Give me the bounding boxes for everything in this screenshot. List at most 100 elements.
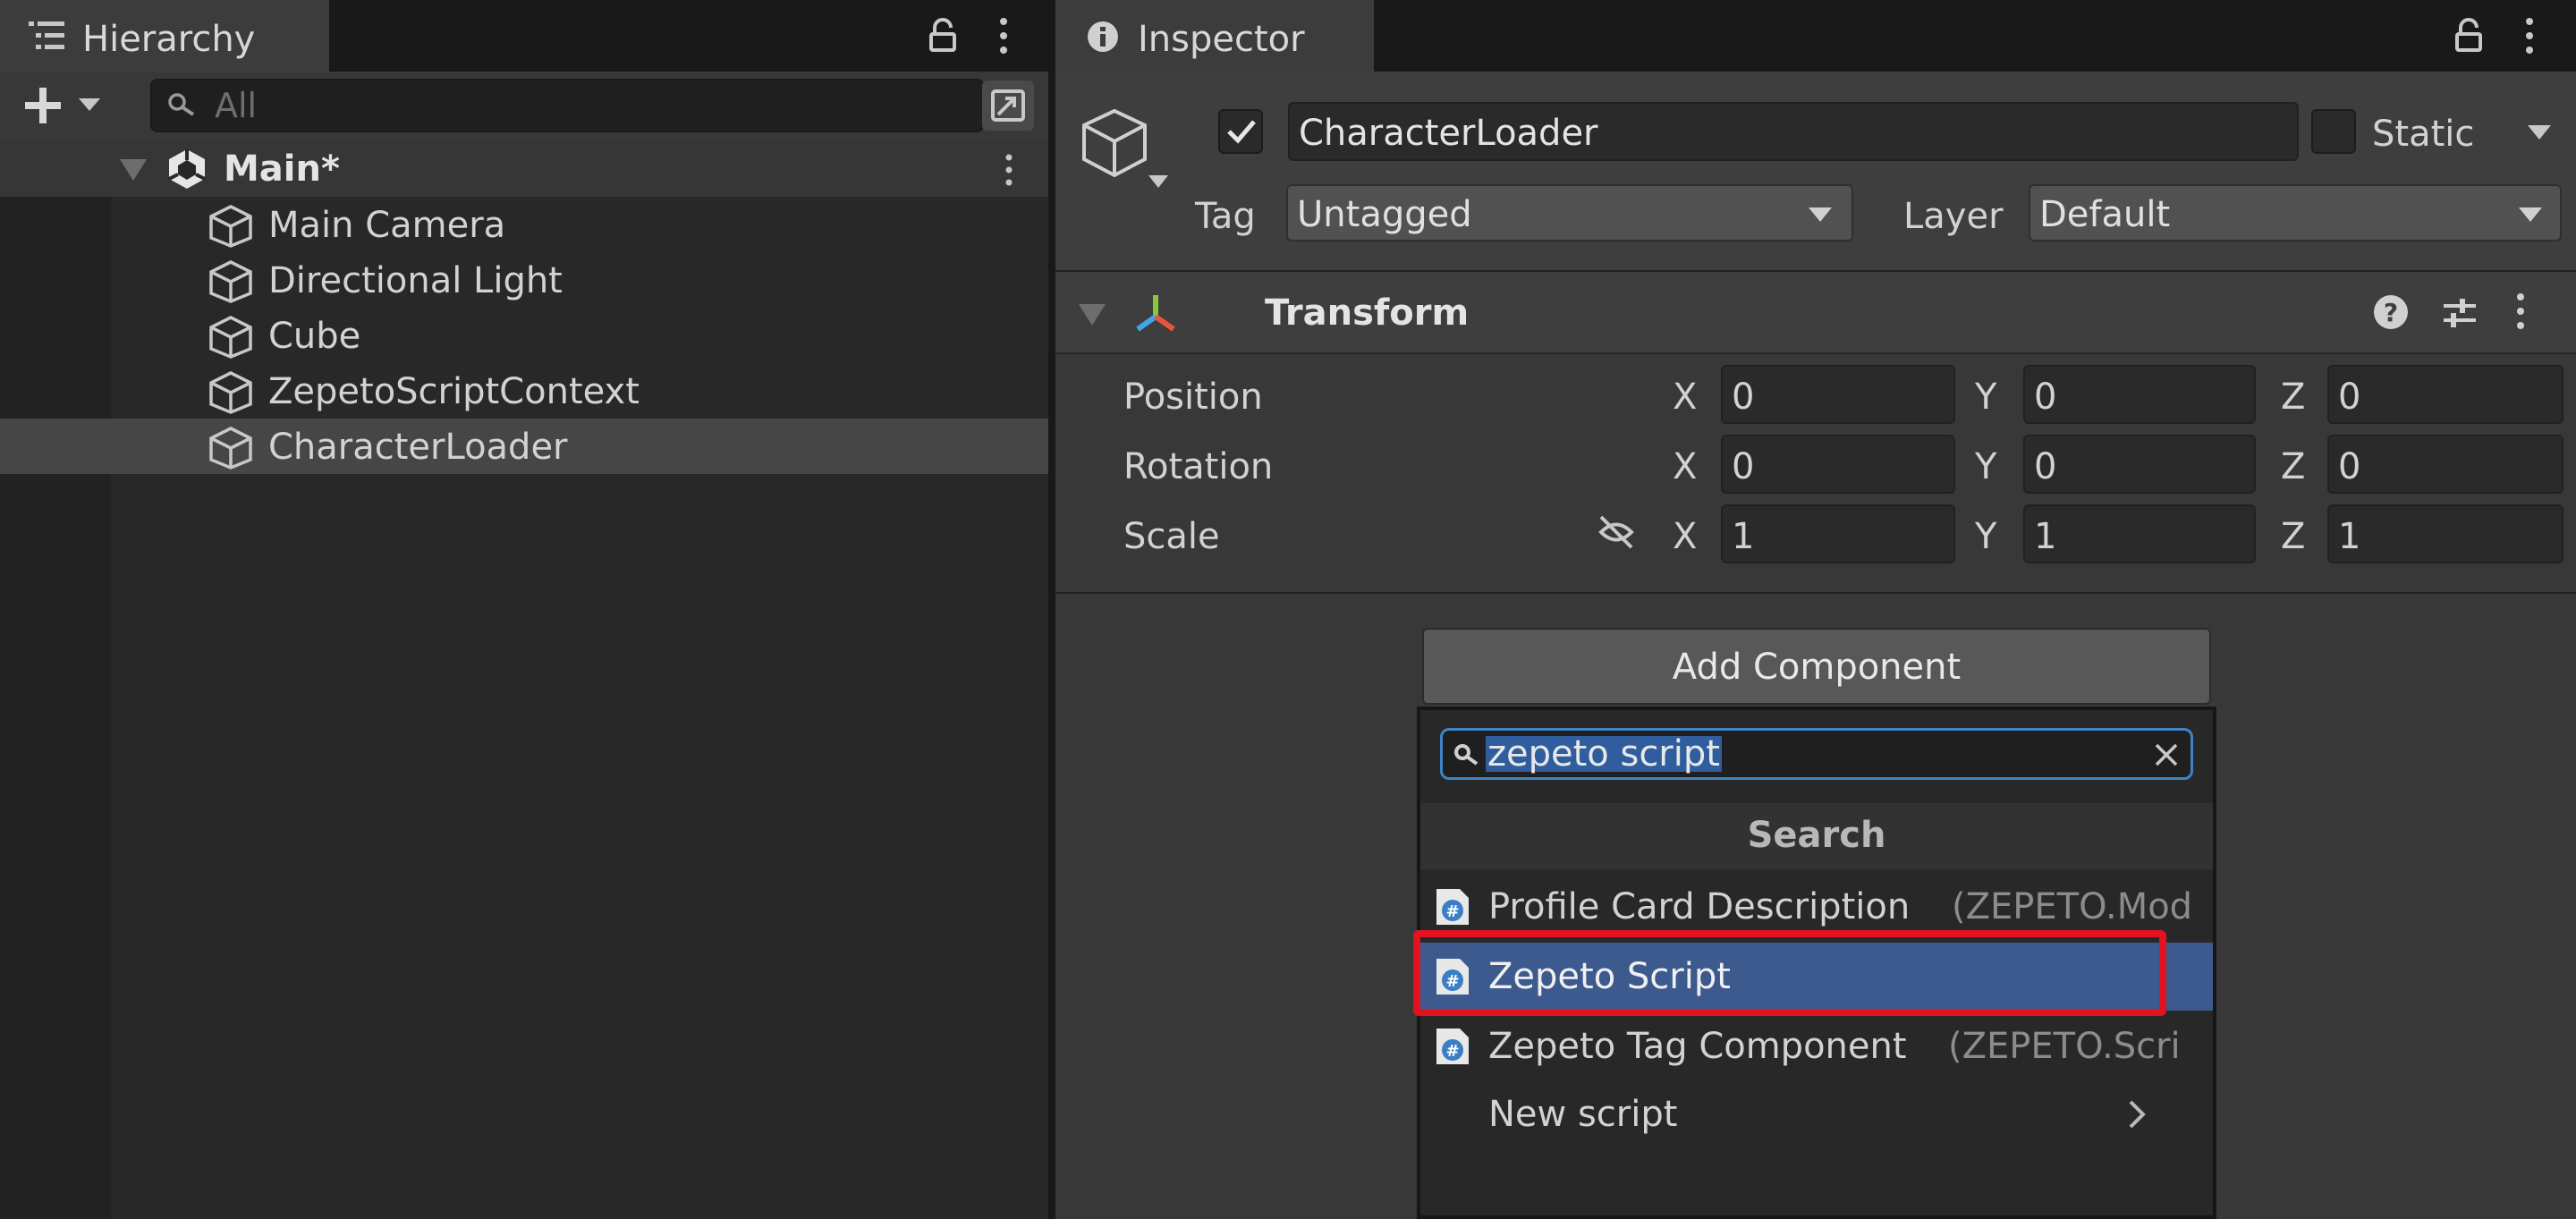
unlink-icon[interactable]	[1594, 512, 1639, 553]
item-label: Directional Light	[268, 260, 563, 301]
cube-icon	[208, 370, 254, 415]
chevron-down-icon[interactable]	[1077, 301, 1107, 327]
add-component-label: Add Component	[1672, 647, 1962, 688]
panel-divider[interactable]	[1048, 0, 1055, 1219]
field-value: 1	[2338, 516, 2361, 557]
hierarchy-item[interactable]: ZepetoScriptContext	[0, 363, 1048, 419]
component-result[interactable]: # Zepeto Tag Component (ZEPETO.Scri	[1420, 1012, 2213, 1080]
kebab-icon[interactable]	[2519, 16, 2540, 55]
rotation-x-field[interactable]: 0	[1721, 435, 1955, 494]
lock-icon[interactable]	[2453, 18, 2485, 54]
hierarchy-item[interactable]: Cube	[0, 308, 1048, 363]
field-value: 0	[2338, 377, 2361, 418]
active-checkbox[interactable]	[1218, 109, 1263, 154]
field-value: 1	[1732, 516, 1755, 557]
axis-y-label[interactable]: Y	[1975, 449, 1996, 485]
result-label: Zepeto Tag Component	[1488, 1026, 1907, 1067]
checkmark-icon	[1225, 118, 1258, 145]
chevron-down-icon[interactable]	[2526, 123, 2553, 141]
cube-icon	[208, 315, 254, 360]
position-label: Position	[1123, 377, 1263, 418]
result-label: New script	[1488, 1094, 1678, 1135]
rotation-label: Rotation	[1123, 446, 1274, 487]
transform-icon	[1131, 290, 1181, 336]
field-value: 0	[2034, 377, 2057, 418]
field-value: 0	[1732, 446, 1755, 487]
rotation-z-field[interactable]: 0	[2327, 435, 2563, 494]
cube-icon	[208, 204, 254, 249]
new-script-item[interactable]: New script	[1420, 1080, 2213, 1148]
csharp-script-icon: #	[1435, 887, 1470, 927]
result-label: Profile Card Description	[1488, 886, 1911, 927]
section-title: Search	[1747, 815, 1886, 856]
tag-dropdown[interactable]: Untagged	[1286, 184, 1853, 241]
unity-icon	[165, 147, 209, 191]
tab-hierarchy[interactable]: Hierarchy	[0, 0, 329, 72]
axis-z-label[interactable]: Z	[2281, 379, 2305, 415]
axis-z-label[interactable]: Z	[2281, 519, 2305, 554]
field-value: 0	[1732, 377, 1755, 418]
hierarchy-search-input[interactable]: All	[150, 79, 984, 132]
hierarchy-item[interactable]: Directional Light	[0, 252, 1048, 308]
help-icon[interactable]: ?	[2372, 293, 2410, 331]
result-namespace: (ZEPETO.Scri	[1948, 1026, 2181, 1067]
axis-x-label[interactable]: X	[1673, 449, 1697, 485]
scale-x-field[interactable]: 1	[1721, 504, 1955, 563]
hierarchy-item-selected[interactable]: CharacterLoader	[0, 419, 1048, 474]
axis-z-label[interactable]: Z	[2281, 449, 2305, 485]
kebab-icon[interactable]	[1000, 152, 1018, 188]
chevron-down-icon[interactable]	[118, 156, 148, 182]
field-value: 0	[2338, 446, 2361, 487]
static-checkbox[interactable]	[2311, 109, 2356, 154]
field-value: 1	[2034, 516, 2057, 557]
tab-inspector[interactable]: Inspector	[1055, 0, 1374, 72]
item-label: Cube	[268, 316, 361, 357]
list-icon	[27, 18, 66, 54]
chevron-down-icon	[2517, 206, 2544, 224]
axis-y-label[interactable]: Y	[1975, 519, 1996, 554]
annotation-highlight-box	[1413, 930, 2166, 1016]
focus-icon	[989, 88, 1027, 123]
component-search-input[interactable]: zepeto script	[1440, 728, 2193, 780]
search-icon	[1453, 743, 1480, 766]
cube-icon	[208, 426, 254, 470]
layer-label: Layer	[1903, 196, 2004, 237]
scale-z-field[interactable]: 1	[2327, 504, 2563, 563]
tab-label: Inspector	[1138, 19, 1305, 60]
cube-icon	[208, 259, 254, 304]
chevron-down-icon[interactable]	[77, 97, 102, 113]
object-name-value: CharacterLoader	[1299, 113, 1598, 154]
transform-title: Transform	[1265, 292, 1470, 334]
transform-header[interactable]: Transform ?	[1055, 272, 2576, 354]
kebab-icon[interactable]	[2512, 292, 2529, 331]
position-y-field[interactable]: 0	[2023, 365, 2256, 424]
kebab-icon[interactable]	[993, 16, 1014, 55]
item-label: CharacterLoader	[268, 427, 568, 468]
preset-icon[interactable]	[2440, 293, 2479, 333]
axis-x-label[interactable]: X	[1673, 519, 1697, 554]
scene-row[interactable]: Main*	[0, 141, 1048, 197]
cube-icon[interactable]	[1079, 107, 1154, 182]
tab-label: Hierarchy	[82, 19, 256, 60]
chevron-right-icon	[2127, 1098, 2147, 1130]
rotation-y-field[interactable]: 0	[2023, 435, 2256, 494]
hierarchy-item[interactable]: Main Camera	[0, 197, 1048, 252]
scene-name: Main*	[224, 148, 340, 190]
lock-icon[interactable]	[927, 18, 959, 54]
scale-y-field[interactable]: 1	[2023, 504, 2256, 563]
layer-dropdown[interactable]: Default	[2029, 184, 2562, 241]
focus-button[interactable]	[982, 80, 1034, 131]
axis-x-label[interactable]: X	[1673, 379, 1697, 415]
object-name-field[interactable]: CharacterLoader	[1288, 102, 2299, 161]
position-z-field[interactable]: 0	[2327, 365, 2563, 424]
hierarchy-panel: Hierarchy All Main* Main Camera Directio…	[0, 0, 1048, 1219]
position-x-field[interactable]: 0	[1721, 365, 1955, 424]
plus-icon[interactable]	[21, 86, 64, 125]
layer-value: Default	[2039, 194, 2171, 235]
svg-text:#: #	[1445, 902, 1459, 921]
chevron-down-icon[interactable]	[1147, 174, 1170, 190]
result-namespace: (ZEPETO.Mod	[1952, 886, 2193, 927]
close-icon[interactable]	[2153, 741, 2180, 768]
add-component-button[interactable]: Add Component	[1422, 628, 2211, 705]
axis-y-label[interactable]: Y	[1975, 379, 1996, 415]
